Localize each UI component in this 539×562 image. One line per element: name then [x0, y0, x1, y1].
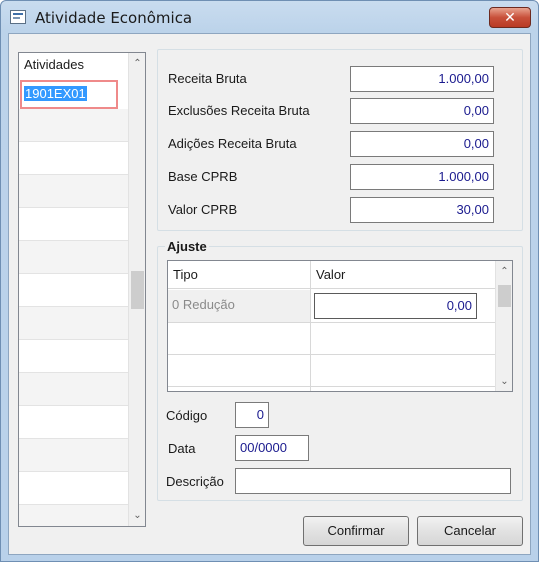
list-row	[19, 208, 129, 241]
close-button[interactable]: ✕	[489, 7, 531, 28]
list-row	[19, 340, 129, 373]
list-row	[19, 241, 129, 274]
base-cprb-field[interactable]: 1.000,00	[350, 164, 494, 190]
scroll-down-icon[interactable]: ⌄	[496, 373, 512, 390]
adicoes-field[interactable]: 0,00	[350, 131, 494, 157]
grid-cell-valor-input[interactable]: 0,00	[314, 293, 477, 319]
ajuste-scrollbar[interactable]: ⌃ ⌄	[495, 261, 512, 391]
exclusoes-field[interactable]: 0,00	[350, 98, 494, 124]
row-divider	[168, 354, 495, 355]
scroll-up-icon[interactable]: ⌃	[496, 263, 512, 280]
scroll-thumb[interactable]	[131, 271, 144, 309]
data-label: Data	[168, 441, 196, 456]
row-divider	[168, 386, 495, 387]
valor-cprb-field[interactable]: 30,00	[350, 197, 494, 223]
descricao-label: Descrição	[166, 474, 224, 489]
base-cprb-label: Base CPRB	[168, 169, 238, 184]
codigo-label: Código	[166, 408, 208, 423]
scroll-up-icon[interactable]: ⌃	[129, 55, 145, 72]
scroll-down-icon[interactable]: ⌄	[129, 507, 145, 524]
list-row	[19, 472, 129, 505]
dialog-window: Atividade Econômica ✕ Atividades 1901EX0…	[0, 0, 539, 562]
list-row	[19, 373, 129, 406]
list-row	[19, 142, 129, 175]
list-row	[19, 274, 129, 307]
ajuste-title: Ajuste	[165, 239, 209, 254]
descricao-field[interactable]	[235, 468, 511, 494]
valor-cprb-label: Valor CPRB	[168, 202, 238, 217]
list-row	[19, 307, 129, 340]
adicoes-label: Adições Receita Bruta	[168, 136, 297, 151]
activities-list[interactable]: Atividades 1901EX01 ⌃ ⌄	[18, 52, 146, 527]
column-header-tipo[interactable]: Tipo	[168, 261, 310, 289]
list-row	[19, 109, 129, 142]
list-row	[19, 406, 129, 439]
column-divider	[310, 261, 311, 391]
list-row	[19, 175, 129, 208]
receita-bruta-label: Receita Bruta	[168, 71, 247, 86]
cancel-button[interactable]: Cancelar	[417, 516, 523, 546]
exclusoes-label: Exclusões Receita Bruta	[168, 103, 310, 118]
receita-bruta-field[interactable]: 1.000,00	[350, 66, 494, 92]
column-header-valor[interactable]: Valor	[311, 261, 495, 289]
activities-scrollbar[interactable]: ⌃ ⌄	[128, 53, 145, 526]
data-field[interactable]: 00/0000	[235, 435, 309, 461]
scroll-thumb[interactable]	[498, 285, 511, 307]
activities-header: Atividades	[24, 57, 84, 72]
title-bar[interactable]: Atividade Econômica ✕	[1, 1, 538, 35]
activity-code: 1901EX01	[24, 86, 87, 101]
codigo-field[interactable]: 0	[235, 402, 269, 428]
list-row	[19, 439, 129, 472]
list-row	[19, 505, 129, 526]
row-divider	[168, 322, 495, 323]
close-icon: ✕	[504, 9, 516, 25]
window-title: Atividade Econômica	[35, 9, 193, 27]
app-icon	[10, 10, 26, 24]
dialog-body: Atividades 1901EX01 ⌃ ⌄ Receita Bruta 1.…	[8, 33, 531, 555]
grid-cell-tipo[interactable]: 0 Redução	[168, 290, 310, 322]
confirm-button[interactable]: Confirmar	[303, 516, 409, 546]
ajuste-grid[interactable]: Tipo Valor 0 Redução 0,00 ⌃ ⌄	[167, 260, 513, 392]
activity-item-selected[interactable]: 1901EX01	[20, 80, 118, 109]
